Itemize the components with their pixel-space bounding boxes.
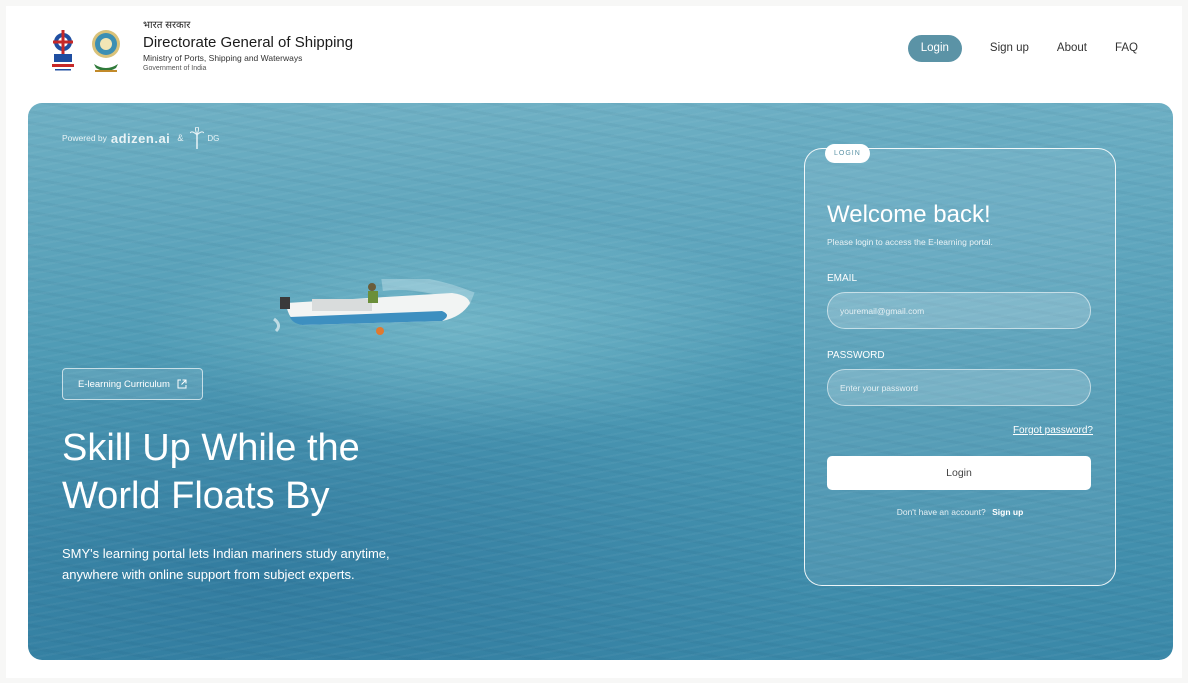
ministry-label: Ministry of Ports, Shipping and Waterway…	[143, 53, 303, 63]
no-account-text: Don't have an account?	[896, 507, 986, 517]
hero-description: SMY's learning portal lets Indian marine…	[62, 546, 390, 582]
welcome-subheading: Please login to access the E-learning po…	[827, 237, 993, 247]
password-field[interactable]	[827, 369, 1091, 406]
brand-block: भारत सरकार Directorate General of Shippi…	[143, 20, 353, 74]
signup-link[interactable]: Sign up	[992, 507, 1023, 517]
hero-banner: Powered by adizen.ai & DG E-learning Cur…	[28, 103, 1173, 660]
logo-group	[48, 26, 128, 78]
government-label: Government of India	[143, 65, 207, 72]
palm-logo-icon	[190, 127, 205, 149]
boat-illustration	[273, 279, 475, 335]
dg-logo-text: DG	[207, 133, 220, 143]
nav-signup-link[interactable]: Sign up	[990, 35, 1029, 62]
welcome-heading: Welcome back!	[827, 201, 991, 228]
nav-faq-link[interactable]: FAQ	[1115, 35, 1138, 62]
email-field[interactable]	[827, 292, 1091, 329]
nav-login-button[interactable]: Login	[907, 35, 962, 62]
hero-headline: Skill Up While the World Floats By	[62, 424, 522, 520]
signup-prompt: Don't have an account? Sign up	[805, 507, 1115, 517]
powered-by-label: Powered by	[62, 133, 107, 143]
external-link-icon	[177, 379, 187, 389]
hindi-label: भारत सरकार	[143, 20, 191, 31]
forgot-password-link[interactable]: Forgot password?	[1013, 425, 1093, 436]
nav-about-link[interactable]: About	[1057, 35, 1087, 62]
top-nav: Login Sign up About FAQ	[907, 35, 1138, 62]
ship-emblem-icon	[52, 30, 120, 72]
elearning-curriculum-button[interactable]: E-learning Curriculum	[62, 368, 203, 400]
password-label: PASSWORD	[827, 350, 885, 361]
page: भारत सरकार Directorate General of Shippi…	[6, 6, 1182, 678]
powered-by: Powered by adizen.ai & DG	[62, 127, 219, 149]
email-label: EMAIL	[827, 273, 858, 284]
login-card: LOGIN Welcome back! Please login to acce…	[804, 144, 1116, 586]
dg-seal-icon	[92, 30, 120, 72]
login-tag: LOGIN	[825, 144, 870, 163]
header: भारत सरकार Directorate General of Shippi…	[6, 6, 1182, 102]
login-submit-button[interactable]: Login	[827, 456, 1091, 490]
curriculum-label: E-learning Curriculum	[78, 378, 170, 390]
ampersand: &	[177, 133, 184, 143]
headline-line-1: Skill Up While the	[62, 427, 360, 469]
headline-line-2: World Floats By	[62, 475, 330, 517]
adizen-logo-text: adizen.ai	[110, 130, 171, 146]
org-title: Directorate General of Shipping	[143, 34, 354, 51]
